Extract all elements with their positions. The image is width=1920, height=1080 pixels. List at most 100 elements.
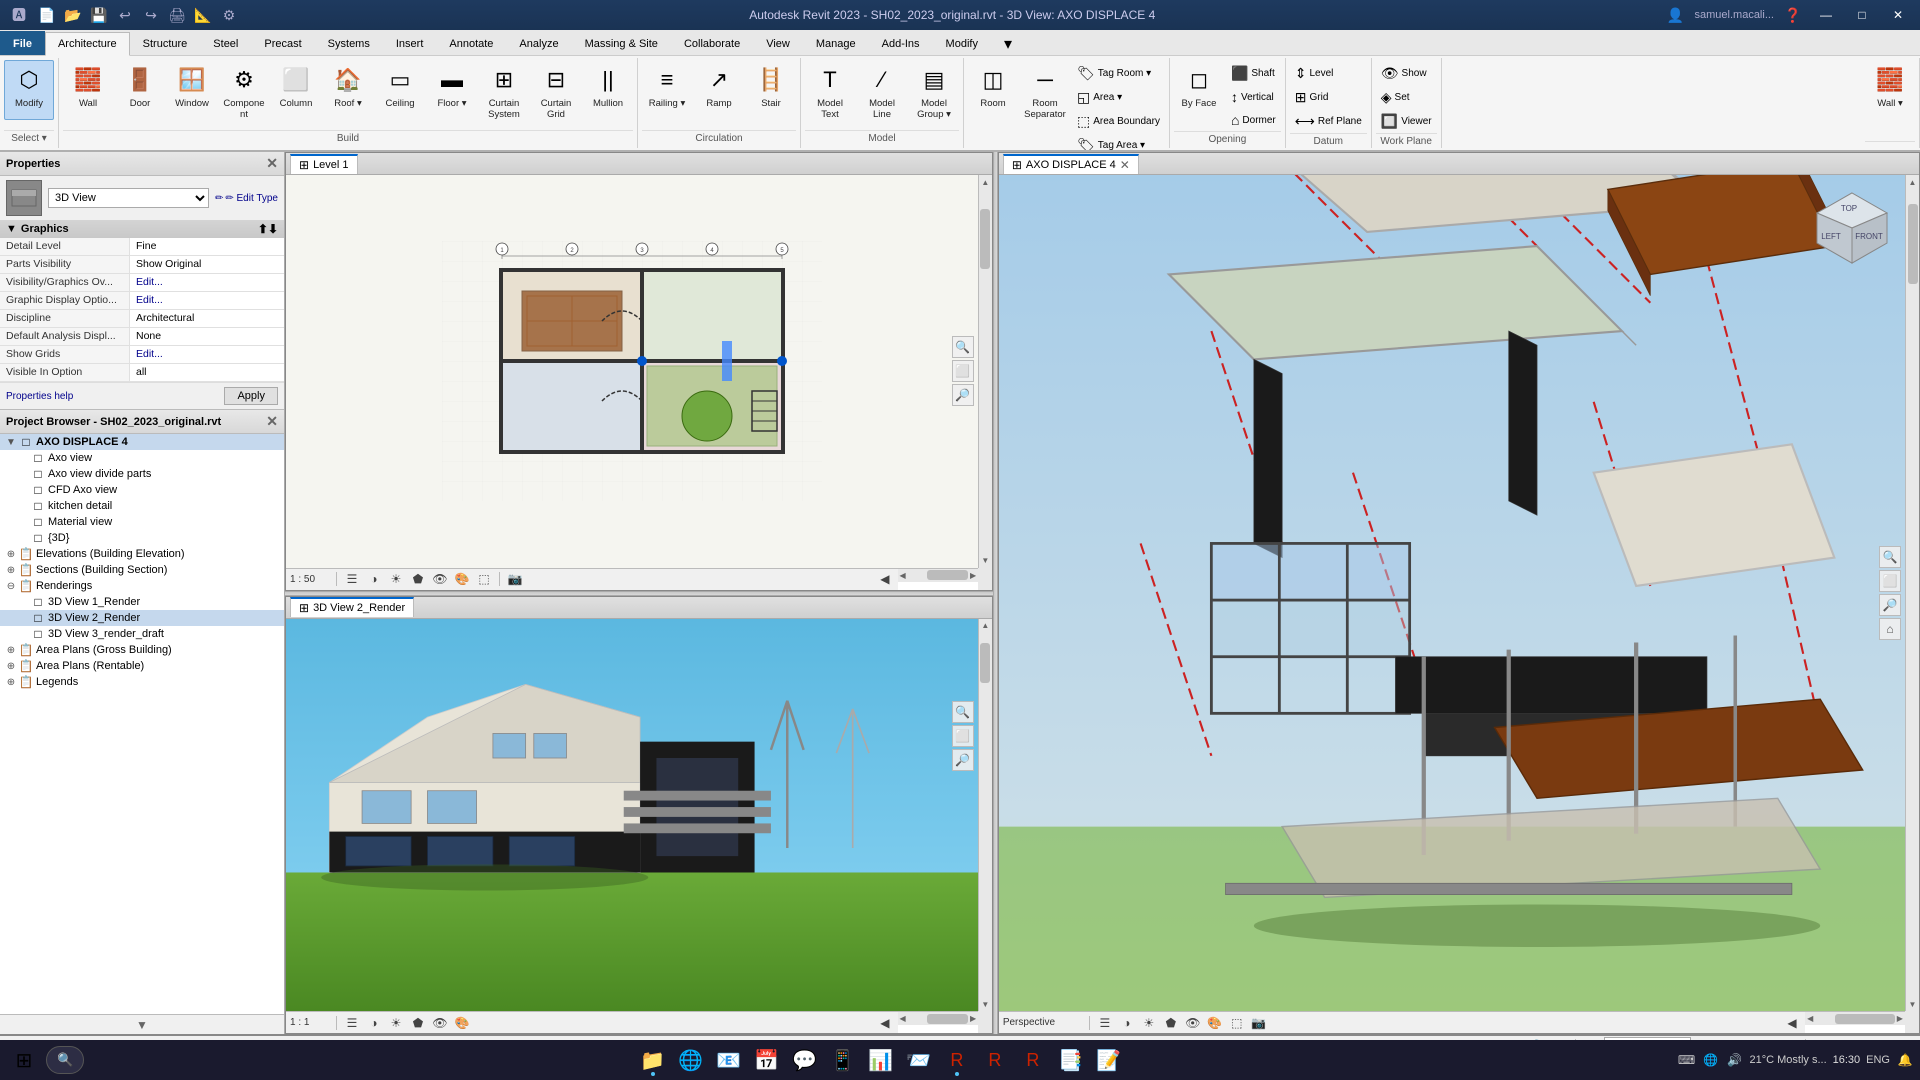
tab-addins[interactable]: Add-Ins <box>869 31 933 55</box>
measure-button[interactable]: 📐 <box>192 4 214 26</box>
taskbar-mail[interactable]: 📧 <box>711 1042 747 1078</box>
column-button[interactable]: ⬜ Column <box>271 60 321 120</box>
tab-systems[interactable]: Systems <box>315 31 383 55</box>
sun-path-button[interactable]: ☀ <box>387 570 405 588</box>
tree-toggle-legends[interactable]: ⊕ <box>4 677 18 688</box>
tab-contextual[interactable]: ▾ <box>991 31 1025 55</box>
taskbar-revit2[interactable]: R <box>977 1042 1013 1078</box>
tree-item-3d[interactable]: □ {3D} <box>0 530 284 546</box>
settings-button[interactable]: ⚙ <box>218 4 240 26</box>
railing-button[interactable]: ≡ Railing ▾ <box>642 60 692 120</box>
tray-keyboard[interactable]: ⌨ <box>1677 1051 1695 1069</box>
undo-button[interactable]: ↩ <box>114 4 136 26</box>
tab-steel[interactable]: Steel <box>200 31 251 55</box>
axo-zoom-extent[interactable]: ⬜ <box>1879 570 1901 592</box>
room-button[interactable]: ◫ Room <box>968 60 1018 120</box>
prop-value-default-analysis[interactable]: None <box>130 328 284 345</box>
prop-type-dropdown[interactable]: 3D View <box>48 188 209 208</box>
tab-view[interactable]: View <box>753 31 803 55</box>
ceiling-button[interactable]: ▭ Ceiling <box>375 60 425 120</box>
viewer-button[interactable]: 🔲 Viewer <box>1376 110 1437 133</box>
floor-plan-scrollbar-h[interactable]: ◀ ▶ <box>898 568 978 582</box>
taskbar-outlook[interactable]: 📨 <box>901 1042 937 1078</box>
render-tab[interactable]: ⊞ 3D View 2_Render <box>290 597 414 617</box>
prop-value-show-grids[interactable]: Edit... <box>130 346 284 363</box>
tree-item-render2[interactable]: □ 3D View 2_Render <box>0 610 284 626</box>
tab-precast[interactable]: Precast <box>251 31 314 55</box>
render-button[interactable]: 🎨 <box>453 570 471 588</box>
zoom-in-button[interactable]: 🔍 <box>952 336 974 358</box>
level-button[interactable]: ⇕ Level <box>1290 62 1367 85</box>
prop-value-detail-level[interactable]: Fine <box>130 238 284 255</box>
taskbar-chrome[interactable]: 🌐 <box>673 1042 709 1078</box>
render-scrollbar-v[interactable]: ▲ ▼ <box>978 619 992 1012</box>
new-button[interactable]: 📄 <box>36 4 58 26</box>
render-detail-level[interactable]: ☰ <box>343 1014 361 1032</box>
model-group-button[interactable]: ▤ Model Group ▾ <box>909 60 959 125</box>
tree-item-render3[interactable]: □ 3D View 3_render_draft <box>0 626 284 642</box>
tag-room-button[interactable]: 🏷 Tag Room ▾ <box>1072 62 1165 85</box>
scroll-thumb-h[interactable] <box>927 570 968 580</box>
wall-button[interactable]: 🧱 Wall <box>63 60 113 120</box>
render-scroll-down[interactable]: ▼ <box>978 997 992 1011</box>
graphics-section-header[interactable]: ▼ Graphics ⬆⬇ <box>0 220 284 238</box>
render-h-thumb[interactable] <box>927 1014 968 1024</box>
tray-volume[interactable]: 🔊 <box>1725 1051 1743 1069</box>
camera-button[interactable]: 📷 <box>506 570 524 588</box>
tree-toggle-sections[interactable]: ⊕ <box>4 565 18 576</box>
tree-item-kitchen[interactable]: □ kitchen detail <box>0 498 284 514</box>
tree-item-axo-view[interactable]: □ Axo view <box>0 450 284 466</box>
vertical-button[interactable]: ↕ Vertical <box>1226 86 1281 108</box>
render-zoom-extent[interactable]: ⬜ <box>952 725 974 747</box>
shadows-button[interactable]: ⬟ <box>409 570 427 588</box>
render-scroll-left[interactable]: ◀ <box>876 1014 894 1032</box>
visual-style-button[interactable]: ◑ <box>365 570 383 588</box>
tray-network[interactable]: 🌐 <box>1701 1051 1719 1069</box>
axo-show-hide[interactable]: 👁 <box>1184 1014 1202 1032</box>
mullion-button[interactable]: || Mullion <box>583 60 633 120</box>
axo-tab[interactable]: ⊞ AXO DISPLACE 4 ✕ <box>1003 154 1139 174</box>
prop-value-visible-option[interactable]: all <box>130 364 284 381</box>
scroll-left-arrow[interactable]: ◀ <box>898 568 908 582</box>
area-boundary-button[interactable]: ⬚ Area Boundary <box>1072 110 1165 133</box>
axo-scroll-up[interactable]: ▲ <box>1906 175 1920 189</box>
taskbar-excel[interactable]: 📊 <box>863 1042 899 1078</box>
tree-area[interactable]: ▼ □ AXO DISPLACE 4 □ Axo view □ Axo view… <box>0 434 284 1014</box>
shaft-button[interactable]: ⬛ Shaft <box>1226 62 1281 85</box>
tree-item-area-gross[interactable]: ⊕ 📋 Area Plans (Gross Building) <box>0 642 284 658</box>
maximize-button[interactable]: □ <box>1848 4 1876 26</box>
set-button[interactable]: ◈ Set <box>1376 86 1437 109</box>
modify-button[interactable]: ⬡ Modify <box>4 60 54 120</box>
taskbar-explorer[interactable]: 📁 <box>635 1042 671 1078</box>
axo-shadows[interactable]: ⬟ <box>1162 1014 1180 1032</box>
tree-scroll-down[interactable]: ▼ <box>0 1014 284 1034</box>
render-shadows[interactable]: ⬟ <box>409 1014 427 1032</box>
render-sun-path[interactable]: ☀ <box>387 1014 405 1032</box>
scroll-right-arrow[interactable]: ▶ <box>968 568 978 582</box>
tab-modify[interactable]: Modify <box>933 31 991 55</box>
bottom-scroll-left[interactable]: ◀ <box>876 570 894 588</box>
render-zoom-in[interactable]: 🔍 <box>952 701 974 723</box>
area-button[interactable]: ◱ Area ▾ <box>1072 86 1165 109</box>
axo-thumb-v[interactable] <box>1908 204 1918 284</box>
roof-button[interactable]: 🏠 Roof ▾ <box>323 60 373 120</box>
zoom-out-button[interactable]: 🔎 <box>952 384 974 406</box>
grid-button[interactable]: ⊞ Grid <box>1290 86 1367 109</box>
taskbar-calendar[interactable]: 📅 <box>749 1042 785 1078</box>
tree-item-area-rent[interactable]: ⊕ 📋 Area Plans (Rentable) <box>0 658 284 674</box>
axo-content[interactable]: TOP LEFT FRONT 🔍 ⬜ 🔎 ⌂ <box>999 175 1905 1011</box>
axo-sun-path[interactable]: ☀ <box>1140 1014 1158 1032</box>
tab-collaborate[interactable]: Collaborate <box>671 31 753 55</box>
properties-close-button[interactable]: ✕ <box>266 155 278 172</box>
show-hide-button[interactable]: 👁 <box>431 570 449 588</box>
axo-detail-level[interactable]: ☰ <box>1096 1014 1114 1032</box>
tree-item-axo-divide[interactable]: □ Axo view divide parts <box>0 466 284 482</box>
project-browser-close-button[interactable]: ✕ <box>266 413 278 430</box>
render-zoom-out[interactable]: 🔎 <box>952 749 974 771</box>
axo-section-box[interactable]: ⬚ <box>1228 1014 1246 1032</box>
taskbar-revit[interactable]: R <box>939 1042 975 1078</box>
tab-file[interactable]: File <box>0 31 45 55</box>
start-button[interactable]: ⊞ <box>6 1042 42 1078</box>
tab-manage[interactable]: Manage <box>803 31 869 55</box>
ref-plane-button[interactable]: ⟷ Ref Plane <box>1290 110 1367 133</box>
